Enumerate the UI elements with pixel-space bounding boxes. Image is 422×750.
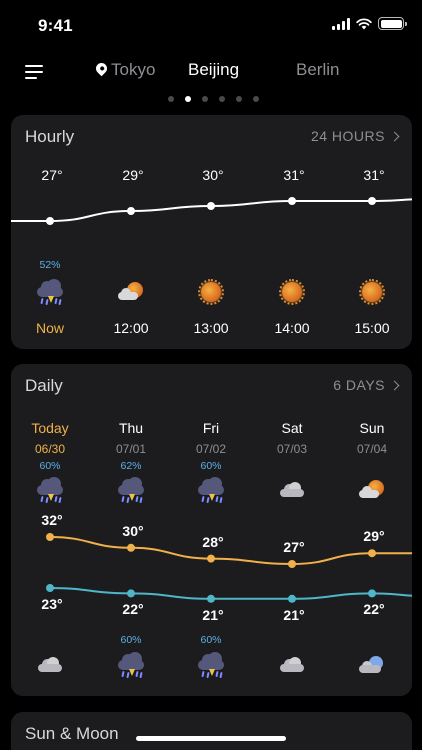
city-tab-berlin[interactable]: Berlin — [296, 60, 339, 80]
page-dot[interactable] — [202, 96, 208, 102]
city-nav: Tokyo Beijing Berlin — [0, 50, 422, 94]
low-temp-label: 21° — [202, 606, 224, 623]
day-precip-label: 60% — [39, 460, 61, 472]
night-precip-label: 60% — [120, 634, 142, 646]
status-time: 9:41 — [38, 16, 73, 35]
sunny-icon — [357, 279, 387, 305]
day-date: 07/01 — [115, 442, 147, 456]
hourly-time-label: 13:00 — [193, 320, 229, 336]
day-precip-label: 62% — [120, 460, 142, 472]
day-precip-label: 60% — [200, 460, 222, 472]
hourly-temperature-point — [368, 197, 376, 205]
thunderstorm-icon — [116, 477, 146, 504]
page-dot[interactable] — [185, 96, 191, 102]
city-tab-label: Berlin — [296, 60, 340, 79]
day-date: 07/04 — [356, 442, 388, 456]
night-precip-label: 60% — [200, 634, 222, 646]
city-tabs: Tokyo Beijing Berlin — [0, 60, 422, 84]
sunny-icon — [277, 279, 307, 305]
battery-icon — [378, 17, 407, 30]
daily-high-temperature-point — [288, 560, 296, 568]
sun-moon-title: Sun & Moon — [25, 724, 119, 743]
partly-cloudy-day-icon — [357, 477, 387, 503]
daily-low-temperature-line — [49, 587, 412, 600]
page-dot[interactable] — [168, 96, 174, 102]
day-name: Fri — [202, 420, 220, 436]
day-name: Sat — [281, 420, 303, 436]
high-temp-label: 28° — [202, 533, 224, 550]
cellular-signal-icon — [332, 17, 350, 30]
hourly-temperature-point — [127, 207, 135, 215]
daily-card: Daily 6 DAYS Today 06/30 60% 32° 23° Thu 07/01… — [11, 364, 412, 696]
daily-high-temperature-point — [207, 554, 215, 563]
page-indicator — [0, 96, 422, 102]
hourly-temp-label: 29° — [122, 167, 144, 183]
hourly-time-label: 15:00 — [354, 320, 390, 336]
day-name: Thu — [118, 420, 144, 436]
hourly-precip-label: 52% — [39, 259, 61, 271]
daily-low-temperature-point — [207, 594, 215, 603]
city-tab-beijing[interactable]: Beijing — [188, 60, 239, 80]
daily-low-temperature-point — [368, 589, 376, 598]
hourly-time-label: 14:00 — [274, 320, 310, 336]
low-temp-label: 21° — [283, 606, 305, 623]
thunderstorm-icon — [35, 279, 65, 306]
day-name: Today — [31, 420, 69, 436]
daily-high-temperature-point — [127, 543, 135, 552]
daily-high-temperature-line — [49, 536, 412, 566]
daily-temperature-chart — [46, 533, 412, 603]
hourly-temp-label: 31° — [283, 167, 305, 183]
partly-cloudy-day-icon — [116, 279, 146, 305]
status-bar: 9:41 — [0, 0, 422, 50]
day-date: 07/02 — [195, 442, 227, 456]
hourly-temperature-point — [46, 217, 54, 225]
thunderstorm-icon — [196, 652, 226, 679]
city-tab-tokyo[interactable]: Tokyo — [93, 60, 156, 80]
hourly-temp-label: 31° — [363, 167, 385, 183]
daily-low-temperature-point — [46, 584, 54, 592]
location-pin-icon — [93, 60, 110, 77]
hourly-temperature-point — [288, 197, 296, 205]
hourly-time-label: 12:00 — [113, 320, 149, 336]
cloudy-icon — [277, 652, 307, 678]
day-date: 06/30 — [34, 442, 66, 456]
high-temp-label: 30° — [122, 522, 144, 539]
high-temp-label: 32° — [41, 512, 63, 528]
partly-cloudy-night-icon — [357, 652, 387, 678]
cloudy-icon — [277, 477, 307, 503]
hourly-card: Hourly 24 HOURS 27° 52% Now 29° 12:00 30° 13:0… — [11, 115, 412, 349]
day-date: 07/03 — [276, 442, 308, 456]
high-temp-label: 29° — [363, 528, 385, 545]
city-tab-label: Tokyo — [111, 60, 156, 79]
daily-low-temperature-point — [127, 589, 135, 598]
daily-high-temperature-point — [46, 533, 54, 541]
thunderstorm-icon — [35, 477, 65, 504]
home-indicator[interactable] — [136, 736, 286, 741]
low-temp-label: 22° — [363, 601, 385, 618]
hourly-temperature-point — [207, 202, 215, 210]
daily-high-temperature-point — [368, 549, 376, 558]
thunderstorm-icon — [196, 477, 226, 504]
day-name: Sun — [359, 420, 385, 436]
sunny-icon — [196, 279, 226, 305]
low-temp-label: 23° — [41, 596, 63, 612]
wifi-icon — [356, 17, 372, 29]
thunderstorm-icon — [116, 652, 146, 679]
hourly-temp-label: 27° — [41, 167, 63, 183]
page-dot[interactable] — [219, 96, 225, 102]
city-tab-label: Beijing — [188, 60, 240, 79]
page-dot[interactable] — [253, 96, 259, 102]
hourly-temperature-chart — [11, 197, 412, 225]
cloudy-icon — [35, 652, 65, 678]
daily-low-temperature-point — [288, 594, 296, 603]
hourly-time-label: Now — [35, 320, 65, 336]
page-dot[interactable] — [236, 96, 242, 102]
high-temp-label: 27° — [283, 539, 305, 555]
low-temp-label: 22° — [122, 601, 144, 618]
sun-moon-card[interactable]: Sun & Moon — [11, 712, 412, 750]
hourly-temp-label: 30° — [202, 167, 224, 183]
status-icons — [332, 17, 407, 30]
